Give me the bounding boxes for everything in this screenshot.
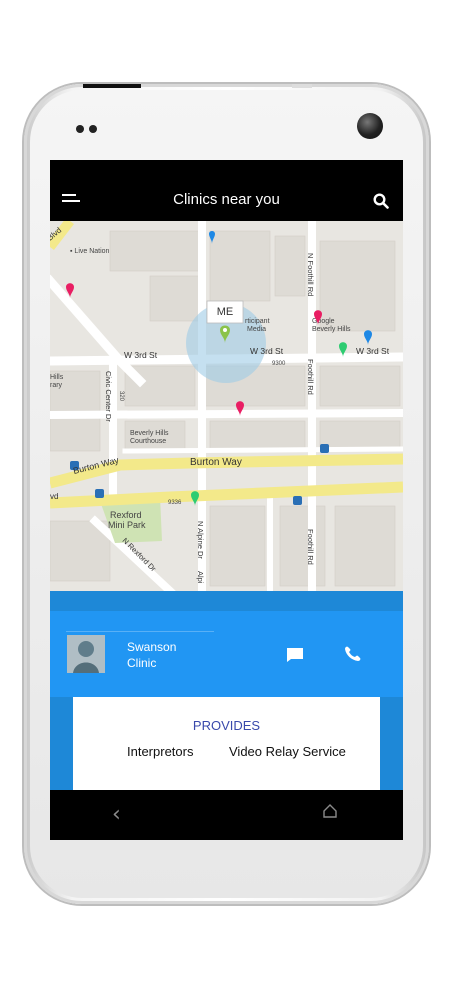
provides-panel: PROVIDES Interpretors Video Relay Servic… (73, 697, 380, 790)
place-label: Mini Park (108, 520, 146, 530)
system-nav-bar: ‹ (50, 790, 403, 840)
place-label: Beverly Hills (130, 430, 169, 437)
street-label: Burton Way (190, 457, 242, 468)
street-label: Civic Center Dr (104, 371, 113, 422)
place-label: Courthouse (130, 438, 166, 445)
home-icon[interactable] (322, 803, 338, 819)
place-label: ▪ Live Nation (70, 248, 110, 255)
street-label: N Alpine Dr (196, 521, 205, 559)
place-label: 9300 (272, 361, 286, 367)
phone-top-edge (83, 84, 141, 88)
me-label: ME (216, 306, 234, 318)
sensor-dot (76, 125, 84, 133)
app-bar: Clinics near you (50, 160, 403, 221)
street-label: Foothill Rd (306, 529, 315, 565)
drawer-handle[interactable] (50, 591, 403, 611)
place-label: rticipant (245, 318, 270, 325)
phone-icon[interactable] (342, 644, 362, 664)
back-icon[interactable]: ‹ (112, 802, 121, 827)
provides-title: PROVIDES (192, 718, 261, 733)
place-label: 320 (118, 391, 124, 402)
place-label: Google (312, 318, 335, 325)
phone-top-edge-highlight (292, 84, 312, 88)
street-label: W 3rd St (124, 350, 158, 360)
street-label: Alpi (196, 571, 205, 584)
street-label: N Foothill Rd (306, 253, 315, 296)
service-item: Video Relay Service (229, 744, 346, 759)
page-title: Clinics near you (173, 191, 280, 208)
street-label: Foothill Rd (306, 359, 315, 395)
map-view[interactable]: W 3rd St W 3rd St W 3rd St Burton Way Bu… (50, 221, 403, 591)
place-label: 9336 (168, 500, 182, 506)
place-label: Beverly Hills (312, 326, 351, 333)
avatar (67, 635, 105, 673)
place-label: Rexford (110, 510, 142, 520)
street-label: W 3rd St (250, 346, 284, 356)
screen: Clinics near you W 3rd St W 3rd St W 3rd… (50, 160, 403, 790)
place-label: Hills (50, 374, 64, 381)
clinic-name: Swanson Clinic (127, 640, 177, 670)
service-item: Interpretors (127, 744, 194, 759)
message-icon[interactable] (286, 647, 304, 663)
clinic-card[interactable]: Swanson Clinic (50, 611, 403, 697)
camera-icon (357, 113, 383, 139)
search-icon[interactable] (373, 193, 389, 209)
street-label: vd (50, 492, 58, 501)
place-label: Media (247, 326, 266, 333)
street-label: W 3rd St (356, 346, 390, 356)
sensor-dot (89, 125, 97, 133)
place-label: rary (50, 382, 63, 389)
